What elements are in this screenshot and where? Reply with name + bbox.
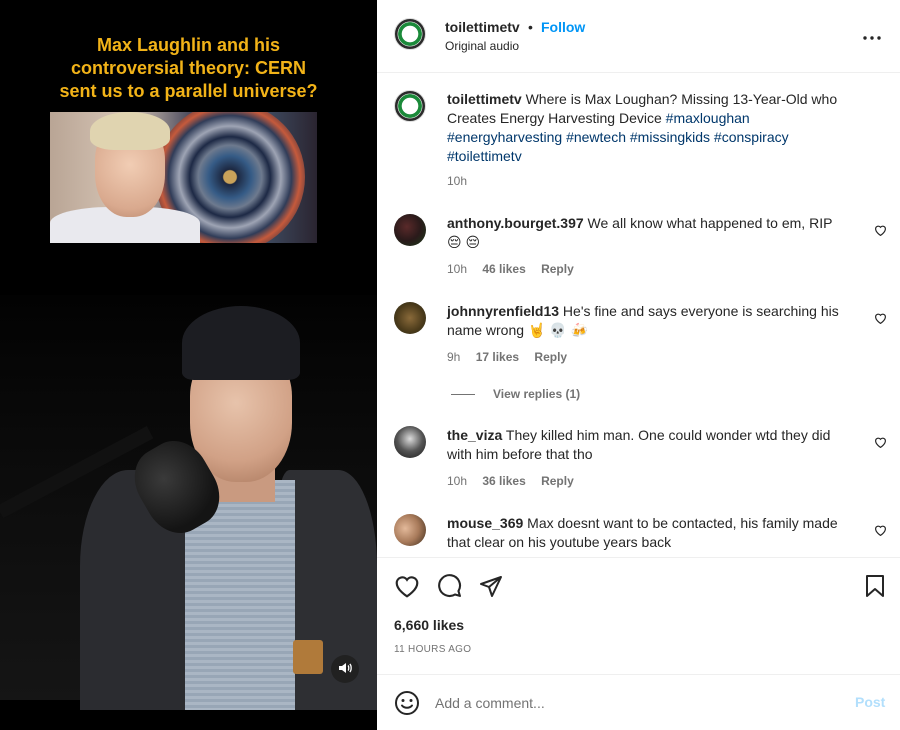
audio-link[interactable]: Original audio [445,39,519,53]
video-headline: Max Laughlin and his controversial theor… [0,34,377,103]
heart-icon [874,223,887,239]
replies-divider [451,393,475,395]
commenter-username[interactable]: johnnyrenfield13 [447,303,559,319]
video-inset-image [50,112,317,243]
emoji-button[interactable] [394,690,420,716]
comment-meta: 10h 46 likes Reply [447,262,586,276]
comment-emoji: 😔 😔 [447,234,481,250]
comment-text: the_viza They killed him man. One could … [447,426,847,464]
post-viewer: Max Laughlin and his controversial theor… [0,0,900,730]
comments-list[interactable]: toilettimetv Where is Max Loughan? Missi… [377,74,900,557]
save-button[interactable] [861,573,889,601]
beanie [182,306,300,380]
heart-icon [874,311,887,327]
reply-button[interactable]: Reply [541,262,574,276]
like-button[interactable] [393,573,421,601]
comment-time: 10h [447,474,468,488]
commenter-avatar[interactable] [394,514,426,546]
post-details-panel: toilettimetv • Follow Original audio toi… [377,0,900,730]
comment-emoji: 🤘 💀 🍻 [527,322,589,338]
post-comment-button[interactable]: Post [855,694,885,710]
commenter-avatar[interactable] [394,302,426,334]
caption-text: toilettimetv Where is Max Loughan? Missi… [447,90,847,166]
comment-like-button[interactable] [874,523,888,537]
caption-meta: 10h [447,174,479,188]
commenter-username[interactable]: anthony.bourget.397 [447,215,584,231]
headline-line-1: Max Laughlin and his [96,35,280,55]
heart-icon [394,574,420,601]
comment-like-button[interactable] [874,223,888,237]
comment-body: We all know what happened to em, RIP [587,215,833,231]
reply-button[interactable]: Reply [534,350,567,364]
view-replies-label: View replies (1) [493,387,581,401]
save-icon [865,574,885,601]
commenter-avatar[interactable] [394,426,426,458]
commenter-username[interactable]: mouse_369 [447,515,523,531]
commenter-avatar[interactable] [394,214,426,246]
follow-button[interactable]: Follow [541,19,585,35]
comment-like-button[interactable] [874,311,888,325]
heart-icon [874,435,887,451]
comment-like-button[interactable] [874,435,888,449]
commenter-username[interactable]: the_viza [447,427,502,443]
comment-time: 10h [447,262,468,276]
headline-line-3: sent us to a parallel universe? [59,81,318,101]
caption-username[interactable]: toilettimetv [447,91,522,107]
comment-button[interactable] [435,573,463,601]
comment-likes[interactable]: 36 likes [482,474,525,488]
post-actions: 6,660 likes 11 HOURS AGO [377,557,900,674]
comment-text: mouse_369 Max doesnt want to be contacte… [447,514,847,552]
share-button[interactable] [477,573,505,601]
comment-body: They killed him man. One could wonder wt… [447,427,831,462]
comment-likes[interactable]: 17 likes [476,350,519,364]
post-header: toilettimetv • Follow Original audio [377,0,900,73]
comment-time: 9h [447,350,461,364]
more-options-button[interactable] [861,24,883,46]
more-options-icon [863,27,881,43]
post-video[interactable]: Max Laughlin and his controversial theor… [0,0,377,730]
share-icon [479,574,503,601]
separator-dot: • [528,19,533,35]
sound-toggle-button[interactable] [331,655,359,683]
headline-line-2: controversial theory: CERN [70,58,307,78]
caption-avatar[interactable] [394,90,426,122]
heart-icon [874,523,887,539]
post-timestamp: 11 HOURS AGO [394,644,472,655]
comment-likes[interactable]: 46 likes [482,262,525,276]
comment-input[interactable] [435,691,835,715]
caption-time: 10h [447,174,468,188]
author-username[interactable]: toilettimetv [445,19,520,35]
add-comment-bar: Post [377,674,900,730]
reply-button[interactable]: Reply [541,474,574,488]
emoji-icon [394,691,420,719]
comment-meta: 10h 36 likes Reply [447,474,586,488]
comment-text: johnnyrenfield13 He's fine and says ever… [447,302,847,340]
comment-meta: 9h 17 likes Reply [447,350,579,364]
comment-icon [437,573,462,601]
sound-icon [338,661,352,678]
view-replies-button[interactable]: View replies (1) [451,387,580,401]
likes-count[interactable]: 6,660 likes [394,617,464,633]
author-avatar[interactable] [394,18,426,50]
comment-text: anthony.bourget.397 We all know what hap… [447,214,847,252]
